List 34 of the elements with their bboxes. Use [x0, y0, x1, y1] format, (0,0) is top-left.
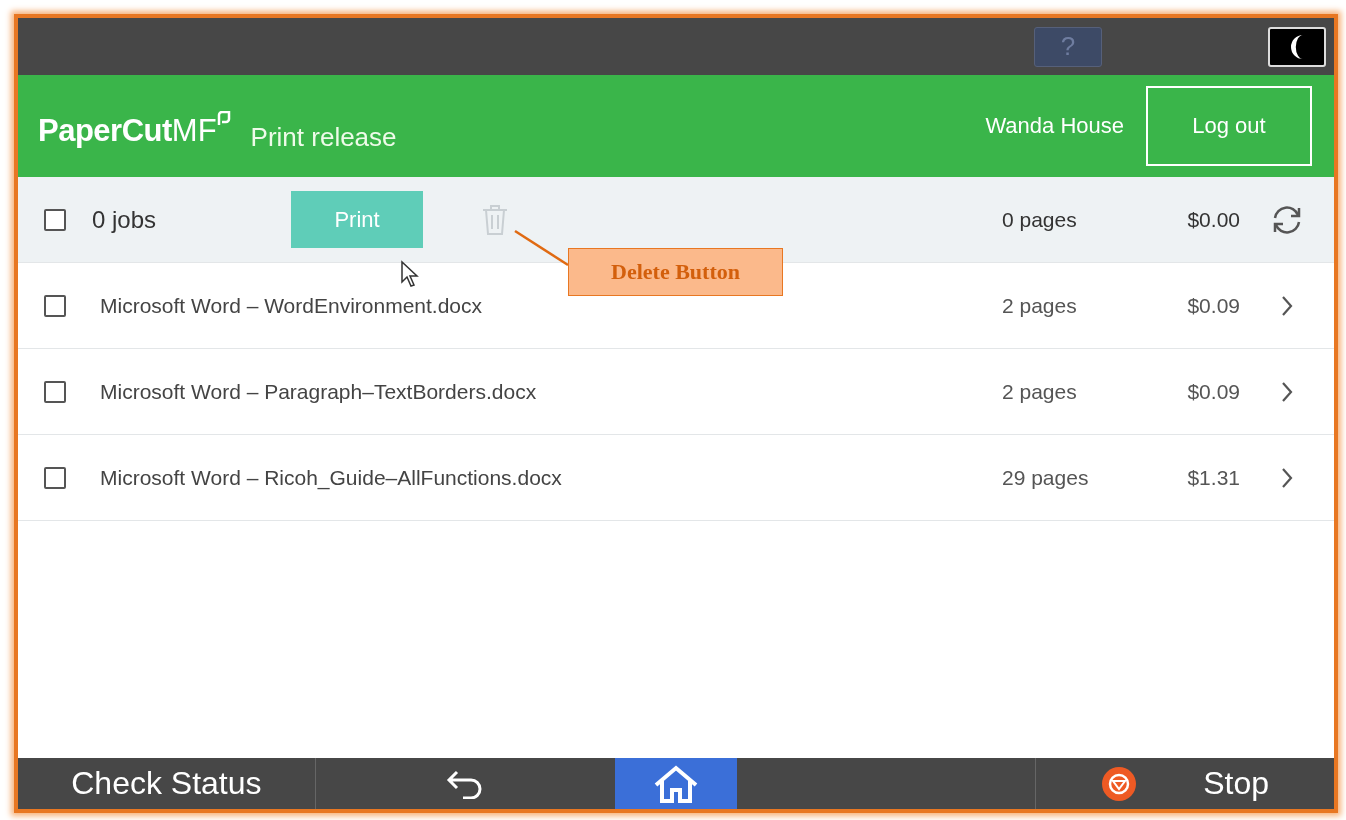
chevron-right-icon[interactable] [1281, 380, 1293, 403]
user-name: Wanda House [985, 113, 1124, 139]
home-icon [653, 764, 699, 803]
stop-button[interactable]: Stop [1203, 765, 1269, 802]
chevron-right-icon[interactable] [1281, 466, 1293, 489]
job-pages: 2 pages [1002, 293, 1078, 318]
delete-button-callout: Delete Button [568, 248, 783, 296]
job-name: Microsoft Word – Ricoh_Guide–AllFunctions.docx [100, 465, 563, 490]
select-all-checkbox[interactable] [44, 208, 66, 231]
page-title: Print release [250, 121, 397, 153]
job-checkbox[interactable] [44, 466, 66, 489]
job-pages: 2 pages [1002, 379, 1078, 404]
leader-line [513, 229, 569, 267]
home-button[interactable] [614, 758, 738, 809]
job-cost: $1.31 [1187, 465, 1240, 490]
job-pages: 29 pages [1002, 465, 1090, 490]
stop-icon[interactable] [1101, 765, 1138, 802]
job-checkbox[interactable] [44, 294, 66, 317]
job-name: Microsoft Word – Paragraph–TextBorders.docx [100, 379, 538, 404]
total-pages: 0 pages [1002, 207, 1078, 232]
job-cost: $0.09 [1187, 293, 1240, 318]
job-row[interactable]: Microsoft Word – Paragraph–TextBorders.docx 2 pages $0.09 [18, 349, 1334, 435]
check-status-button[interactable]: Check Status [71, 765, 262, 802]
job-cost: $0.09 [1187, 379, 1240, 404]
moon-icon [1291, 34, 1303, 59]
total-cost: $0.00 [1187, 207, 1240, 232]
night-mode-button[interactable] [1268, 26, 1326, 67]
chevron-right-icon[interactable] [1281, 294, 1293, 317]
papercut-logo: PaperCutMF [38, 111, 231, 151]
mouse-cursor-icon [400, 260, 420, 288]
job-row[interactable]: Microsoft Word – Ricoh_Guide–AllFunctions.docx 29 pages $1.31 [18, 435, 1334, 521]
job-name: Microsoft Word – WordEnvironment.docx [100, 293, 484, 318]
job-checkbox[interactable] [44, 380, 66, 403]
job-count: 0 jobs [92, 205, 158, 234]
